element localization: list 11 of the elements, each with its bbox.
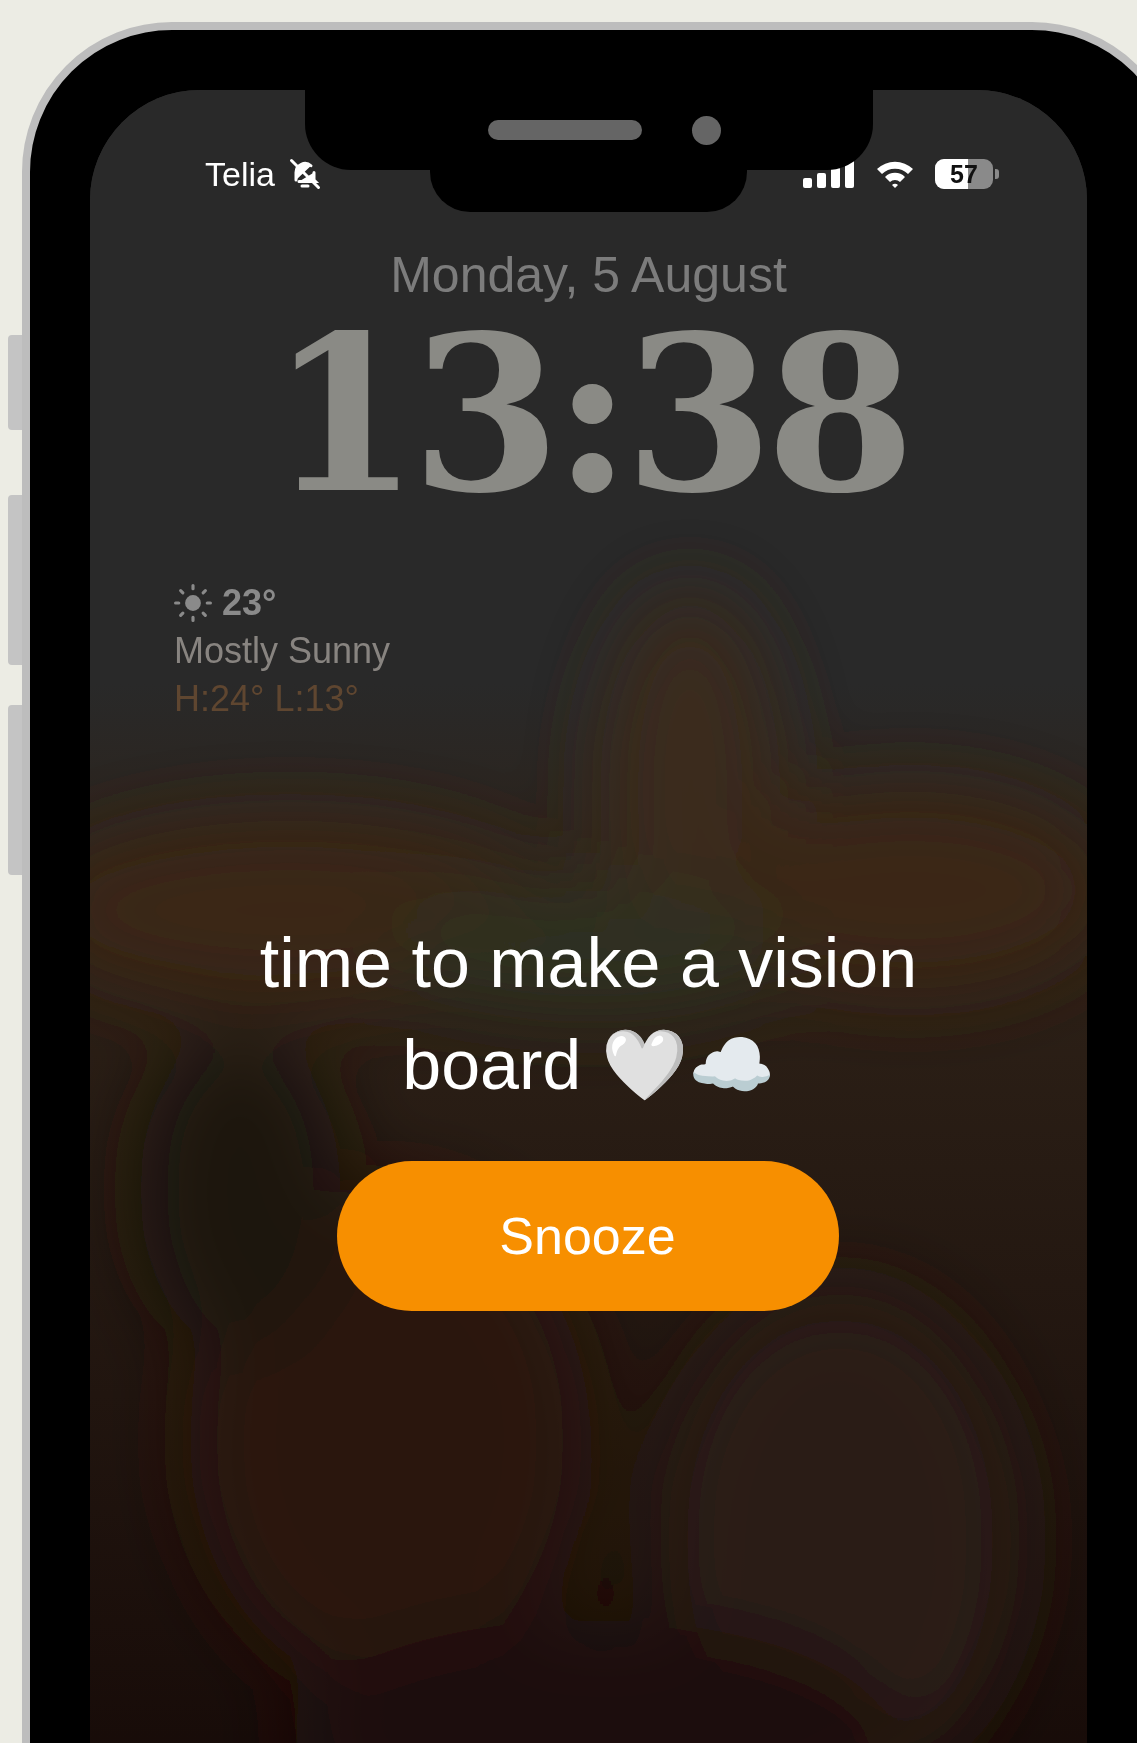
date-text: Monday, 5 August: [390, 246, 787, 304]
weather-condition: Mostly Sunny: [174, 629, 392, 673]
temperature-text: 23°: [222, 581, 277, 625]
wifi-icon: [875, 159, 915, 189]
alarm-message: time to make a vision board 🤍☁: [258, 923, 919, 1106]
sun-icon: [174, 584, 212, 622]
carrier-name: Telia: [205, 154, 275, 194]
camera-dot: [691, 115, 721, 145]
battery-percentage: 57: [950, 159, 978, 189]
snooze-button[interactable]: Snooze: [336, 1161, 839, 1311]
signal-icon: [803, 160, 855, 188]
